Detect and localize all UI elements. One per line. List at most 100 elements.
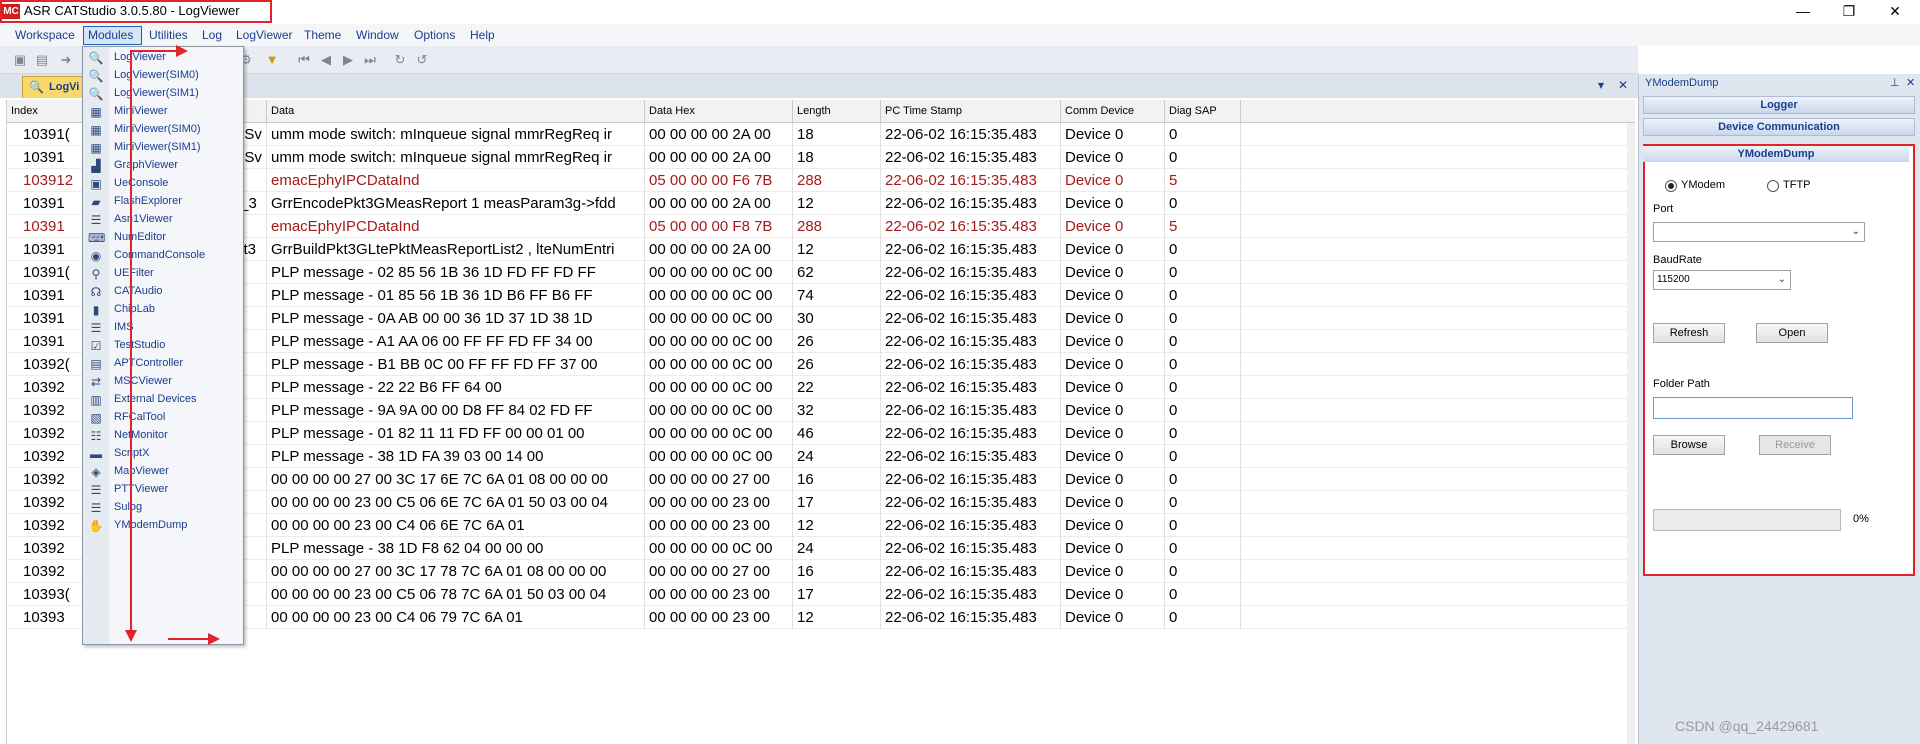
reload-icon[interactable]: ↺: [414, 52, 430, 68]
table-row[interactable]: 10393(00 00 00 00 23 00 C5 06 78 7C 6A 0…: [7, 583, 1635, 606]
chevron-down-icon: ⌄: [1777, 274, 1786, 285]
menu-item-cataudio[interactable]: ☊ CATAudio: [83, 283, 243, 301]
section-device-communication[interactable]: Device Communication: [1643, 118, 1915, 136]
baudrate-select[interactable]: 115200 ⌄: [1653, 270, 1791, 290]
menu-item-logviewer-sim0[interactable]: 🔍 LogViewer(SIM0): [83, 67, 243, 85]
menu-item-label: APTController: [114, 357, 184, 369]
menu-item-scriptx[interactable]: ▬ScriptX: [83, 445, 243, 463]
table-row[interactable]: 10392 00 00 00 00 27 00 3C 17 6E 7C 6A 01…: [7, 468, 1635, 491]
table-row[interactable]: 10392PLP_MSGPLP message - 38 1D FA 39 03…: [7, 445, 1635, 468]
menu-item-commandconsole[interactable]: ◉ CommandConsole: [83, 247, 243, 265]
tab-close-icon[interactable]: ✕: [1618, 78, 1628, 92]
menu-item-uefilter[interactable]: ⚲ UEFilter: [83, 265, 243, 283]
table-row[interactable]: 10391PLP_MSGPLP message - 01 85 56 1B 36…: [7, 284, 1635, 307]
menu-item-netmonitor[interactable]: ☷ NetMonitor: [83, 427, 243, 445]
menu-item-ymodemdump[interactable]: ✋ YModemDump: [83, 517, 243, 535]
table-row[interactable]: 10391UmmModeSvumm mode switch: mInqueue …: [7, 146, 1635, 169]
table-row[interactable]: 10391PLP_MSGPLP message - 0A AB 00 00 36…: [7, 307, 1635, 330]
menu-item-ueconsole[interactable]: ▣ UeConsole: [83, 175, 243, 193]
table-row[interactable]: 10392FAEPLP_MSGPLP message - 38 1D F8 62…: [7, 537, 1635, 560]
menu-options[interactable]: Options: [414, 28, 455, 42]
first-icon[interactable]: ⏮: [296, 52, 312, 68]
menu-item-mscviewer[interactable]: ⇄ MSCViewer: [83, 373, 243, 391]
close-button[interactable]: ✕: [1872, 0, 1918, 22]
menu-item-sulog[interactable]: ☰ Sulog: [83, 499, 243, 517]
table-row[interactable]: 10392PLP_MSGPLP message - 01 82 11 11 FD…: [7, 422, 1635, 445]
ymodem-radio[interactable]: [1665, 180, 1677, 192]
prev-icon[interactable]: ◀: [318, 52, 334, 68]
menu-item-pttviewer[interactable]: ☰ PTTViewer: [83, 481, 243, 499]
column-header-data[interactable]: Data: [267, 100, 645, 123]
table-row[interactable]: 10392(PLP_MSGPLP message - B1 BB 0C 00 F…: [7, 353, 1635, 376]
filter-icon[interactable]: ▼: [264, 52, 280, 68]
restore-button[interactable]: ❐: [1826, 0, 1872, 22]
table-row[interactable]: 10392 00 00 00 00 23 00 C4 06 6E 7C 6A 01…: [7, 514, 1635, 537]
menu-window[interactable]: Window: [356, 28, 399, 42]
menu-log[interactable]: Log: [202, 28, 222, 42]
open-button[interactable]: Open: [1756, 323, 1828, 343]
menu-item-asn1viewer[interactable]: ☰ Asn1Viewer: [83, 211, 243, 229]
menu-item-numeditor[interactable]: ⌨ NumEditor: [83, 229, 243, 247]
graph-icon: ▟: [91, 159, 101, 173]
folder-path-input[interactable]: [1653, 397, 1853, 419]
vertical-scrollbar[interactable]: [1627, 123, 1635, 744]
table-row[interactable]: 10392 00 00 00 00 23 00 C5 06 6E 7C 6A 01…: [7, 491, 1635, 514]
tftp-radio[interactable]: [1767, 180, 1779, 192]
browse-button[interactable]: Browse: [1653, 435, 1725, 455]
menu-item-ims[interactable]: ☰ IMS: [83, 319, 243, 337]
cell-pc-time-stamp: 22-06-02 16:15:35.483: [881, 123, 1061, 146]
menu-item-flashexplorer[interactable]: ▰ FlashExplorer: [83, 193, 243, 211]
menu-workspace[interactable]: Workspace: [15, 28, 75, 42]
menu-item-teststudio[interactable]: ☑ TestStudio: [83, 337, 243, 355]
cell-index: 10391: [7, 307, 91, 330]
menu-item-miniviewer[interactable]: ▦ MiniViewer: [83, 103, 243, 121]
last-icon[interactable]: ⏭: [362, 52, 378, 68]
receive-button[interactable]: Receive: [1759, 435, 1831, 455]
refresh-icon[interactable]: ↻: [392, 52, 408, 68]
menu-item-miniviewer-sim1[interactable]: ▦ MiniViewer(SIM1): [83, 139, 243, 157]
menu-utilities[interactable]: Utilities: [149, 28, 188, 42]
menu-logviewer[interactable]: LogViewer: [236, 28, 292, 42]
menu-item-logviewer-sim1[interactable]: 🔍 LogViewer(SIM1): [83, 85, 243, 103]
column-header-length[interactable]: Length: [793, 100, 881, 123]
minimize-button[interactable]: —: [1780, 0, 1826, 22]
tab-logviewer[interactable]: 🔍 LogVi: [22, 76, 86, 98]
menu-modules[interactable]: Modules: [88, 28, 133, 42]
column-header-pc-time-stamp[interactable]: PC Time Stamp: [881, 100, 1061, 123]
menu-item-external-devices[interactable]: ▥ External Devices: [83, 391, 243, 409]
section-logger[interactable]: Logger: [1643, 96, 1915, 114]
table-row[interactable]: 10391 emacEphyIPCDataInd 05 00 00 00 F8 7B…: [7, 215, 1635, 238]
port-select[interactable]: ⌄: [1653, 222, 1865, 242]
table-row[interactable]: 10391GrrBuildPkt3GrrBuildPkt3GLtePktMeas…: [7, 238, 1635, 261]
menu-help[interactable]: Help: [470, 28, 495, 42]
dock-close-icon[interactable]: ✕: [1906, 76, 1915, 89]
menu-item-aptcontroller[interactable]: ▤ APTController: [83, 355, 243, 373]
table-row[interactable]: 10392 00 00 00 00 27 00 3C 17 78 7C 6A 01…: [7, 560, 1635, 583]
menu-item-label: ChipLab: [114, 303, 155, 315]
menu-theme[interactable]: Theme: [304, 28, 341, 42]
menu-item-mapviewer[interactable]: ◈ MapViewer: [83, 463, 243, 481]
column-header-diag-sap[interactable]: Diag SAP: [1165, 100, 1241, 123]
menu-item-rfcaltool[interactable]: ▧ RFCalTool: [83, 409, 243, 427]
table-row[interactable]: 10392PLP_MSGPLP message - 9A 9A 00 00 D8…: [7, 399, 1635, 422]
menu-item-miniviewer-sim0[interactable]: ▦ MiniViewer(SIM0): [83, 121, 243, 139]
dock-pin-icon[interactable]: ⊥: [1890, 76, 1900, 89]
table-row[interactable]: 10393 00 00 00 00 23 00 C4 06 79 7C 6A 01…: [7, 606, 1635, 629]
refresh-button[interactable]: Refresh: [1653, 323, 1725, 343]
open-icon[interactable]: ▣: [12, 52, 28, 68]
table-row[interactable]: 10391(PLP_MSGPLP message - 02 85 56 1B 3…: [7, 261, 1635, 284]
column-header-index[interactable]: Index: [7, 100, 91, 123]
column-header-comm-device[interactable]: Comm Device: [1061, 100, 1165, 123]
next-icon[interactable]: ▶: [340, 52, 356, 68]
column-header-data-hex[interactable]: Data Hex: [645, 100, 793, 123]
table-row[interactable]: 10392PLP_MSGPLP message - 22 22 B6 FF 64…: [7, 376, 1635, 399]
menu-item-graphviewer[interactable]: ▟ GraphViewer: [83, 157, 243, 175]
table-row[interactable]: 10391ENC_PKT_3GrrEncodePkt3GMeasReport 1…: [7, 192, 1635, 215]
table-row[interactable]: 103912 emacEphyIPCDataInd 05 00 00 00 F6 7…: [7, 169, 1635, 192]
table-row[interactable]: 10391PLP_MSGPLP message - A1 AA 06 00 FF…: [7, 330, 1635, 353]
export-icon[interactable]: ➜: [58, 52, 74, 68]
save-icon[interactable]: ▤: [34, 52, 50, 68]
table-row[interactable]: 10391(UmmModeSvumm mode switch: mInqueue…: [7, 123, 1635, 146]
tab-list-icon[interactable]: ▾: [1598, 78, 1604, 92]
menu-item-chiplab[interactable]: ▮ ChipLab: [83, 301, 243, 319]
